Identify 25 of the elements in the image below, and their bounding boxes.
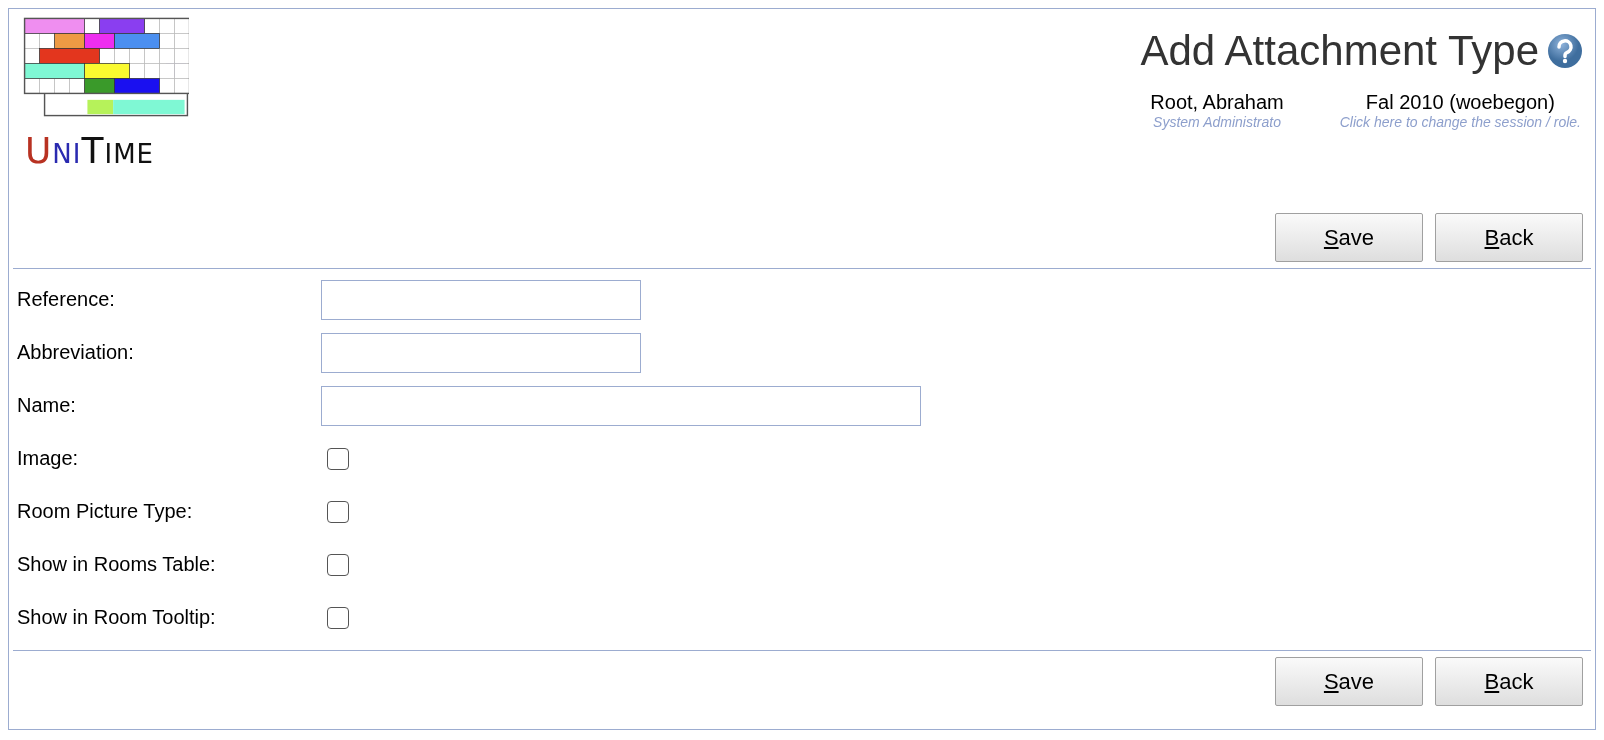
- input-field[interactable]: [321, 385, 921, 426]
- field-label: Room Picture Type:: [17, 500, 194, 523]
- help-icon[interactable]: [1547, 33, 1583, 69]
- action-button[interactable]: Save: [1275, 213, 1423, 262]
- checkbox[interactable]: [327, 500, 349, 523]
- input-field[interactable]: [321, 279, 641, 320]
- user-role: System Administrato: [1153, 114, 1281, 130]
- field-label: Show in Room Tooltip:: [17, 606, 217, 629]
- input-field[interactable]: [321, 332, 641, 373]
- action-button[interactable]: Save: [1275, 657, 1423, 706]
- field-label: Abbreviation:: [17, 341, 135, 364]
- field-label: Image:: [17, 447, 80, 470]
- timetable-grid-icon: [23, 17, 189, 117]
- action-button[interactable]: Back: [1435, 657, 1583, 706]
- checkbox[interactable]: [327, 606, 349, 629]
- session-name[interactable]: Fal 2010 (woebegon): [1365, 91, 1555, 114]
- field-label: Reference:: [17, 288, 116, 311]
- field-label: Name:: [17, 394, 77, 417]
- page-title: Add Attachment Type: [1140, 27, 1539, 75]
- logo-text: UNITIME: [24, 133, 154, 169]
- checkbox[interactable]: [327, 447, 349, 470]
- action-button[interactable]: Back: [1435, 213, 1583, 262]
- checkbox[interactable]: [327, 553, 349, 576]
- field-label: Show in Rooms Table:: [17, 553, 217, 576]
- user-name: Root, Abraham: [1150, 91, 1284, 114]
